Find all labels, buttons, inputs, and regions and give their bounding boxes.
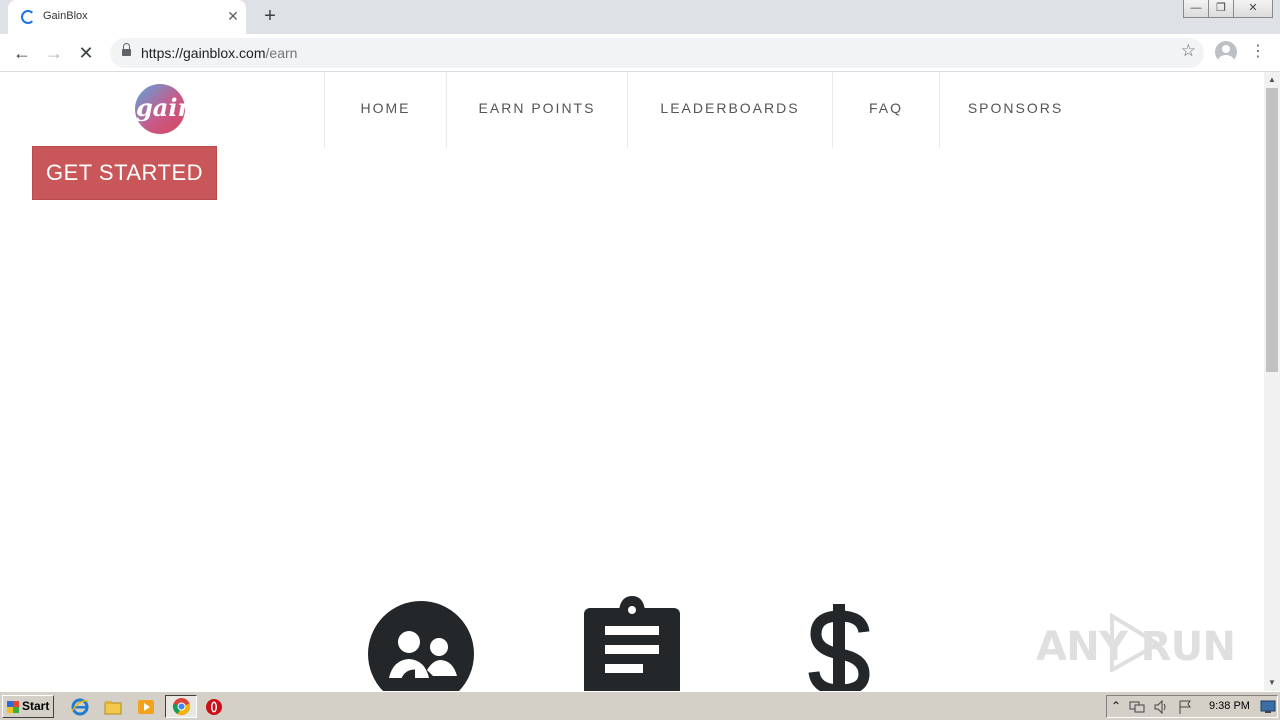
scroll-up-button[interactable]: ▲: [1264, 72, 1280, 88]
anyrun-watermark: ANY RUN: [1036, 612, 1236, 672]
clipboard-icon: [584, 596, 680, 691]
users-circle-icon: [368, 601, 474, 691]
network-icon[interactable]: [1129, 699, 1145, 715]
file-explorer-icon[interactable]: [103, 697, 123, 717]
browser-menu-icon[interactable]: ⋮: [1250, 41, 1266, 63]
tab-close-icon[interactable]: ✕: [224, 6, 242, 26]
loading-spinner-icon: [21, 10, 35, 24]
opera-icon[interactable]: [204, 697, 224, 717]
stop-loading-button[interactable]: ✕: [74, 41, 98, 65]
get-started-button[interactable]: GET STARTED: [32, 146, 217, 200]
taskbar-chrome-button[interactable]: [165, 695, 197, 718]
scroll-down-button[interactable]: ▼: [1264, 675, 1280, 691]
window-restore-button[interactable]: ❐: [1208, 0, 1234, 18]
back-button[interactable]: ←: [10, 41, 34, 65]
page-scrollbar[interactable]: ▲ ▼: [1264, 72, 1280, 691]
browser-tab[interactable]: GainBlox ✕: [8, 0, 246, 34]
windows-logo-icon: [7, 701, 19, 713]
profile-avatar-icon[interactable]: [1215, 41, 1237, 63]
media-player-icon[interactable]: [136, 697, 156, 717]
volume-icon[interactable]: [1153, 699, 1169, 715]
system-tray: ⌃ 9:38 PM: [1106, 695, 1278, 718]
main-nav: HOME EARN POINTS LEADERBOARDS FAQ SPONSO…: [324, 72, 1091, 148]
lock-icon: [122, 43, 131, 57]
forward-button[interactable]: →: [42, 41, 66, 65]
taskbar: Start ⌃ 9:38 PM: [0, 691, 1280, 720]
new-tab-button[interactable]: +: [258, 5, 282, 29]
address-bar[interactable]: https://gainblox.com/earn ☆: [110, 38, 1204, 68]
nav-item-home[interactable]: HOME: [324, 72, 446, 148]
page-viewport: gainblox HOME EARN POINTS LEADERBOARDS F…: [0, 72, 1264, 691]
tab-title: GainBlox: [43, 10, 88, 22]
tray-expand-icon[interactable]: ⌃: [1111, 699, 1121, 713]
show-desktop-icon[interactable]: [1260, 700, 1276, 714]
watermark-text: ANY RUN: [1036, 624, 1236, 670]
internet-explorer-icon[interactable]: [70, 697, 90, 717]
window-close-button[interactable]: ✕: [1233, 0, 1273, 18]
browser-toolbar: ← → ✕ https://gainblox.com/earn ☆: [0, 34, 1280, 72]
nav-item-faq[interactable]: FAQ: [832, 72, 939, 148]
url-text[interactable]: https://gainblox.com/earn: [141, 45, 297, 61]
dollar-icon: [808, 604, 870, 691]
chrome-icon: [172, 697, 191, 716]
logo-text: gainblox: [136, 93, 236, 122]
nav-item-earn-points[interactable]: EARN POINTS: [446, 72, 627, 148]
bookmark-star-icon[interactable]: ☆: [1181, 41, 1196, 61]
nav-item-leaderboards[interactable]: LEADERBOARDS: [627, 72, 832, 148]
start-button[interactable]: Start: [2, 695, 54, 718]
start-label: Start: [22, 699, 50, 713]
taskbar-clock[interactable]: 9:38 PM: [1209, 700, 1250, 712]
window-minimize-button[interactable]: —: [1183, 0, 1209, 18]
action-center-flag-icon[interactable]: [1177, 699, 1193, 715]
gainblox-logo[interactable]: gainblox: [134, 82, 236, 136]
scroll-thumb[interactable]: [1266, 88, 1278, 372]
nav-item-sponsors[interactable]: SPONSORS: [939, 72, 1091, 148]
tab-strip: GainBlox ✕ + — ❐ ✕: [0, 0, 1280, 34]
